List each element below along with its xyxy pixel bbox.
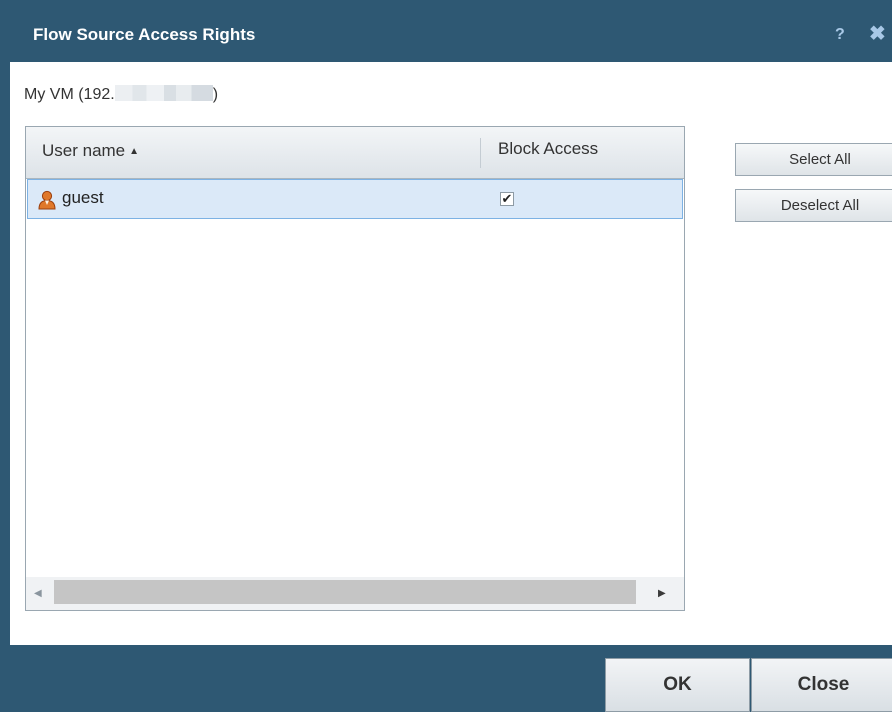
user-access-grid: User name ▲ Block Access guest ✔ ◀ ▶ (25, 126, 685, 611)
scroll-left-arrow-icon[interactable]: ◀ (34, 587, 48, 601)
dialog-title: Flow Source Access Rights (33, 25, 256, 44)
grid-header: User name ▲ Block Access (26, 127, 684, 179)
dialog-footer: OK Close (0, 645, 892, 712)
ok-button[interactable]: OK (605, 658, 750, 712)
column-header-user-name-label: User name (42, 141, 126, 160)
deselect-all-button[interactable]: Deselect All (735, 189, 892, 222)
help-icon[interactable]: ? (835, 25, 845, 45)
column-header-block-access[interactable]: Block Access (498, 139, 598, 159)
scrollbar-thumb[interactable] (54, 580, 636, 604)
close-button[interactable]: Close (751, 658, 892, 712)
access-rights-dialog: Flow Source Access Rights ? ✖ My VM (192… (0, 0, 892, 712)
dialog-titlebar: Flow Source Access Rights ? ✖ (0, 0, 892, 62)
flow-source-prefix: My VM (192. (24, 86, 115, 103)
select-all-button[interactable]: Select All (735, 143, 892, 176)
block-access-checkbox[interactable]: ✔ (500, 192, 514, 206)
flow-source-suffix: ) (212, 86, 219, 103)
table-row[interactable]: guest ✔ (27, 179, 683, 219)
flow-source-label: My VM (192.) (24, 85, 218, 105)
user-icon (38, 190, 56, 210)
redacted-ip-mask (114, 85, 213, 101)
sort-ascending-icon: ▲ (129, 146, 140, 157)
close-icon[interactable]: ✖ (869, 22, 886, 46)
column-header-user-name[interactable]: User name ▲ (42, 141, 139, 162)
horizontal-scrollbar[interactable]: ◀ ▶ (26, 577, 684, 610)
user-name-cell: guest (62, 188, 104, 207)
scroll-right-arrow-icon[interactable]: ▶ (658, 587, 672, 601)
column-divider[interactable] (480, 138, 481, 168)
